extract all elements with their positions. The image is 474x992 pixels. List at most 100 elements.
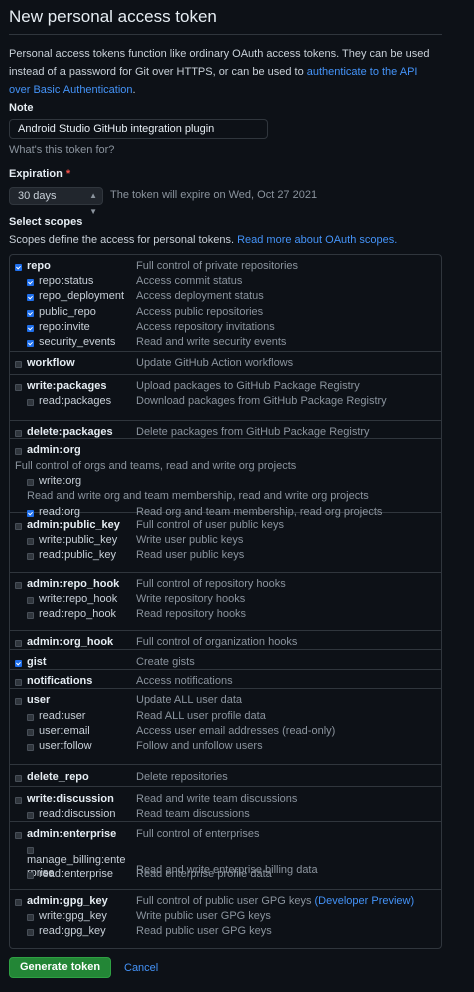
scope-name: delete:packages — [27, 426, 113, 438]
scope-description: Read user public keys — [136, 548, 244, 563]
scope-name: read:gpg_key — [39, 925, 106, 937]
scope-checkbox[interactable] — [27, 914, 34, 921]
scope-row: write:repo_hook Write repository hooks — [10, 592, 441, 607]
scope-row: manage_billing:ente rprise Read and write … — [10, 845, 441, 879]
scope-description-text: Read team discussions — [136, 808, 250, 820]
scope-description: Access commit status — [136, 274, 242, 289]
generate-token-button[interactable]: Generate token — [9, 957, 111, 978]
scope-checkbox[interactable] — [27, 812, 34, 819]
scope-description: Write repository hooks — [136, 592, 245, 607]
title-divider — [9, 34, 442, 35]
scope-description: Download packages from GitHub Package Re… — [136, 394, 387, 409]
scope-name: repo — [27, 260, 51, 272]
expiration-value: 30 days — [18, 190, 57, 202]
scope-checkbox[interactable] — [15, 775, 22, 782]
scope-checkbox[interactable] — [27, 479, 34, 486]
scope-checkbox[interactable] — [15, 660, 22, 667]
scope-checkbox[interactable] — [27, 325, 34, 332]
scope-checkbox[interactable] — [15, 384, 22, 391]
scope-description: Update ALL user data — [136, 693, 242, 708]
scope-name: user — [27, 694, 51, 706]
scope-checkbox[interactable] — [27, 340, 34, 347]
scope-group: write:packages Upload packages to GitHub … — [10, 375, 441, 421]
scope-row: read:enterprise Read enterprise profile d… — [10, 867, 441, 882]
scope-checkbox[interactable] — [15, 448, 22, 455]
scope-group: user Update ALL user data read:user Read AL… — [10, 689, 441, 765]
scopes-label: Select scopes — [9, 216, 83, 228]
scope-name: admin:org — [27, 444, 81, 456]
scope-checkbox[interactable] — [15, 430, 22, 437]
scope-description: Access notifications — [136, 674, 233, 689]
cancel-link[interactable]: Cancel — [124, 962, 158, 974]
note-input[interactable] — [9, 119, 268, 139]
scope-name: repo:invite — [39, 321, 90, 333]
scope-description: Full control of enterprises — [136, 827, 260, 842]
scope-row: delete:packages Delete packages from GitH… — [10, 425, 441, 440]
scope-checkbox[interactable] — [15, 832, 22, 839]
scope-row: admin:enterprise Full control of enterpri… — [10, 827, 441, 842]
scope-checkbox[interactable] — [15, 264, 22, 271]
scope-checkbox[interactable] — [15, 698, 22, 705]
scope-description: Delete packages from GitHub Package Regi… — [136, 425, 370, 440]
scope-row: write:gpg_key Write public user GPG keys — [10, 909, 441, 924]
scope-description: Upload packages to GitHub Package Regist… — [136, 379, 360, 394]
scope-name: workflow — [27, 357, 75, 369]
scope-group: delete:packages Delete packages from GitH… — [10, 421, 441, 439]
scope-description-text: Update GitHub Action workflows — [136, 357, 294, 369]
scope-name: user:follow — [39, 740, 92, 752]
scope-row: delete_repo Delete repositories — [10, 770, 441, 785]
scope-checkbox[interactable] — [27, 279, 34, 286]
scope-checkbox[interactable] — [27, 872, 34, 879]
scope-checkbox[interactable] — [15, 797, 22, 804]
scope-row: admin:gpg_key Full control of public user… — [10, 894, 441, 909]
oauth-scopes-link[interactable]: Read more about OAuth scopes. — [237, 234, 397, 246]
select-arrows-icon: ▲ ▼ — [89, 191, 97, 216]
scope-group: admin:repo_hook Full control of repositor… — [10, 573, 441, 631]
scope-checkbox[interactable] — [27, 714, 34, 721]
developer-preview-link[interactable]: (Developer Preview) — [315, 895, 415, 907]
scope-description-text: Delete repositories — [136, 771, 228, 783]
scope-checkbox[interactable] — [15, 582, 22, 589]
scope-description-text: Update ALL user data — [136, 694, 243, 706]
scope-checkbox[interactable] — [27, 399, 34, 406]
scope-checkbox[interactable] — [27, 553, 34, 560]
scope-row: read:discussion Read team discussions — [10, 807, 441, 822]
scopes-list: repo Full control of private repositories… — [9, 254, 442, 949]
scope-row: user Update ALL user data — [10, 693, 441, 708]
scope-checkbox[interactable] — [27, 538, 34, 545]
scope-description-text: Create gists — [136, 656, 195, 668]
scope-checkbox[interactable] — [27, 294, 34, 301]
scope-description-text: Full control of public user GPG keys — [136, 895, 315, 907]
scope-checkbox[interactable] — [15, 640, 22, 647]
scope-row: repo Full control of private repositories — [10, 259, 441, 274]
scope-checkbox[interactable] — [27, 597, 34, 604]
scope-description: Read and write team discussions — [136, 792, 297, 807]
scope-description: Delete repositories — [136, 770, 228, 785]
scope-group: admin:gpg_key Full control of public user… — [10, 890, 441, 950]
scope-checkbox[interactable] — [15, 361, 22, 368]
scope-row: write:discussion Read and write team disc… — [10, 792, 441, 807]
scope-checkbox[interactable] — [27, 729, 34, 736]
expiration-label-text: Expiration — [9, 168, 63, 180]
scope-checkbox[interactable] — [27, 929, 34, 936]
scope-row: user:email Access user email addresses (r… — [10, 724, 441, 739]
scope-checkbox[interactable] — [15, 523, 22, 530]
scope-checkbox[interactable] — [15, 899, 22, 906]
scope-description: Full control of repository hooks — [136, 577, 286, 592]
scope-name: read:discussion — [39, 808, 116, 820]
scope-checkbox[interactable] — [27, 310, 34, 317]
scope-description-text: Access deployment status — [136, 290, 264, 302]
scope-row: repo:status Access commit status — [10, 274, 441, 289]
scope-checkbox[interactable] — [15, 679, 22, 686]
scope-description-text: Write public user GPG keys — [136, 910, 271, 922]
scope-row: gist Create gists — [10, 655, 441, 670]
scope-row: read:public_key Read user public keys — [10, 548, 441, 563]
scope-description: Full control of public user GPG keys (De… — [136, 894, 414, 909]
expiration-select[interactable]: 30 days ▲ ▼ — [9, 187, 103, 216]
scope-checkbox[interactable] — [27, 744, 34, 751]
note-hint: What's this token for? — [9, 144, 115, 156]
scope-checkbox[interactable] — [27, 612, 34, 619]
scope-name: admin:enterprise — [27, 828, 117, 840]
scope-name: write:org — [39, 475, 82, 487]
scope-name: read:enterprise — [39, 868, 113, 880]
